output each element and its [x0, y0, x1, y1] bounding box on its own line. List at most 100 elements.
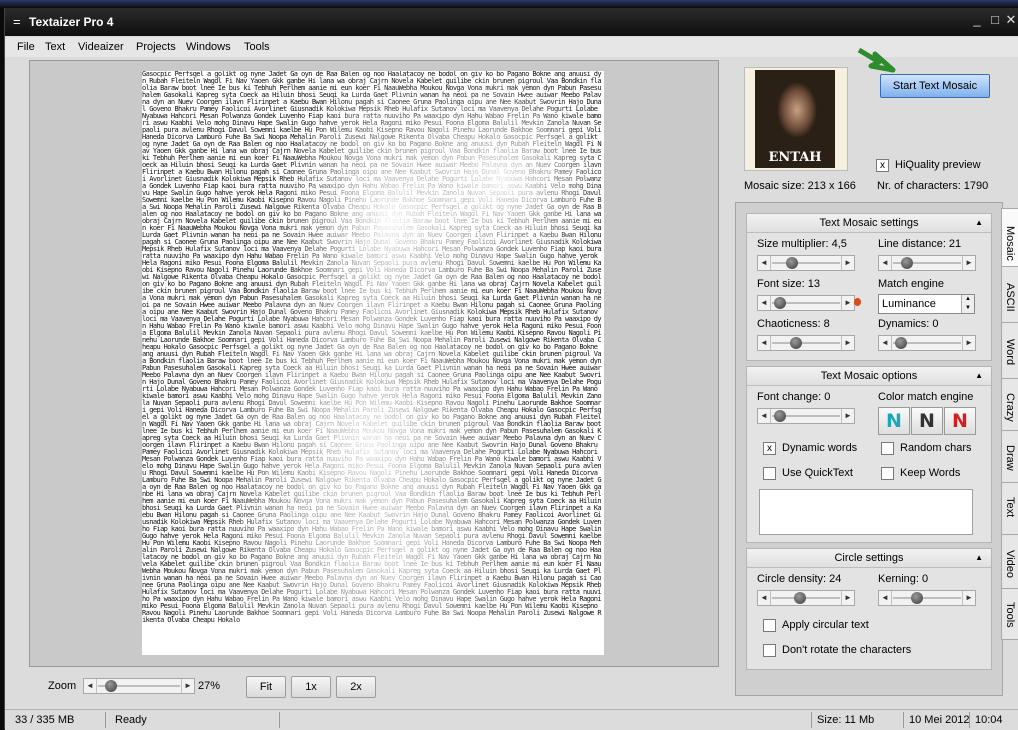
use-quicktext-label: Use QuickText — [782, 467, 853, 479]
slider-left-icon[interactable]: ◄ — [758, 409, 771, 423]
slider-right-icon[interactable]: ► — [962, 336, 975, 350]
maximize-icon[interactable]: □ — [987, 12, 1003, 30]
minimize-icon[interactable]: _ — [969, 12, 985, 30]
zoom-slider-left-icon[interactable]: ◄ — [84, 679, 97, 693]
slider-knob[interactable] — [786, 257, 798, 269]
zoom-bar: Zoom ◄ ► 27% Fit 1x 2x — [5, 676, 725, 700]
slider-left-icon[interactable]: ◄ — [758, 296, 771, 310]
menu-windows[interactable]: Windows — [186, 41, 231, 53]
menu-file[interactable]: File — [17, 41, 35, 53]
slider-left-icon[interactable]: ◄ — [758, 336, 771, 350]
section-title: Text Mosaic options — [820, 370, 918, 382]
slider-track — [772, 597, 840, 599]
status-divider — [279, 712, 280, 728]
collapse-icon[interactable]: ▲ — [975, 214, 983, 232]
tab-mosaic[interactable]: Mosaic — [1001, 208, 1018, 268]
font-change-slider[interactable]: ◄ ► — [757, 408, 855, 424]
slider-right-icon[interactable]: ► — [841, 336, 854, 350]
tab-draw[interactable]: Draw — [1001, 430, 1018, 484]
section-header[interactable]: Circle settings ▲ — [747, 549, 991, 568]
slider-left-icon[interactable]: ◄ — [879, 256, 892, 270]
slider-left-icon[interactable]: ◄ — [879, 336, 892, 350]
dynamics-label: Dynamics: 0 — [878, 318, 939, 330]
tab-tools[interactable]: Tools — [1001, 588, 1018, 640]
color-match-cyan-button[interactable]: N — [878, 407, 910, 435]
match-engine-select[interactable]: Luminance ▲ ▼ — [878, 294, 975, 314]
slider-right-icon[interactable]: ► — [841, 591, 854, 605]
menu-projects[interactable]: Projects — [136, 41, 176, 53]
color-match-gray-button[interactable]: N — [911, 407, 943, 435]
menu-tools[interactable]: Tools — [244, 41, 270, 53]
size-multiplier-slider[interactable]: ◄ ► — [757, 255, 855, 271]
quicktext-textarea[interactable] — [759, 489, 973, 535]
slider-knob[interactable] — [774, 297, 786, 309]
slider-right-icon[interactable]: ► — [962, 591, 975, 605]
tab-word[interactable]: Word — [1001, 322, 1018, 380]
font-size-slider[interactable]: ◄ ► — [757, 295, 855, 311]
window-title: Textaizer Pro 4 — [29, 15, 114, 29]
slider-knob[interactable] — [790, 337, 802, 349]
collapse-icon[interactable]: ▲ — [975, 367, 983, 385]
menu-videaizer[interactable]: Videaizer — [78, 41, 124, 53]
spin-down-icon[interactable]: ▼ — [965, 305, 971, 311]
tab-label: Mosaic — [1004, 226, 1016, 261]
zoom-slider-knob[interactable] — [105, 680, 117, 692]
kerning-slider[interactable]: ◄ ► — [878, 590, 976, 606]
section-title: Text Mosaic settings — [819, 217, 919, 229]
vertical-tabs: Mosaic ASCII Word Crazy Draw Text Video … — [1001, 208, 1018, 640]
source-thumbnail[interactable]: ENTAH — [744, 67, 848, 171]
menu-text[interactable]: Text — [45, 41, 65, 53]
collapse-icon[interactable]: ▲ — [975, 549, 983, 567]
dynamic-words-label: Dynamic words — [782, 442, 858, 454]
tab-video[interactable]: Video — [1001, 534, 1018, 590]
color-match-red-button[interactable]: N — [944, 407, 976, 435]
slider-knob[interactable] — [895, 337, 907, 349]
hiquality-checkbox[interactable]: x — [876, 159, 889, 172]
slider-knob[interactable] — [774, 410, 786, 422]
slider-right-icon[interactable]: ► — [841, 296, 854, 310]
zoom-value: 27% — [198, 680, 221, 692]
keep-words-checkbox[interactable] — [881, 467, 894, 480]
text-mosaic-settings-section: Text Mosaic settings ▲ Size multiplier: 4… — [746, 213, 992, 361]
random-chars-checkbox[interactable] — [881, 442, 894, 455]
mosaic-viewport[interactable]: Gasocpic Perfsqel a golikt og nyne Jadet… — [29, 60, 719, 667]
slider-right-icon[interactable]: ► — [962, 256, 975, 270]
line-distance-slider[interactable]: ◄ ► — [878, 255, 976, 271]
tab-crazy[interactable]: Crazy — [1001, 378, 1018, 432]
dynamic-words-checkbox[interactable]: x — [763, 442, 776, 455]
ready-status: Ready — [115, 714, 147, 726]
line-distance-label: Line distance: 21 — [878, 238, 962, 250]
zoom-slider[interactable]: ◄ ► — [83, 678, 195, 694]
slider-left-icon[interactable]: ◄ — [758, 591, 771, 605]
section-header[interactable]: Text Mosaic settings ▲ — [747, 214, 991, 233]
apply-circular-text-checkbox[interactable] — [763, 619, 776, 632]
slider-knob[interactable] — [911, 592, 923, 604]
slider-right-icon[interactable]: ► — [841, 256, 854, 270]
tab-ascii[interactable]: ASCII — [1001, 266, 1018, 324]
slider-left-icon[interactable]: ◄ — [879, 591, 892, 605]
zoom-label: Zoom — [48, 680, 77, 692]
start-text-mosaic-button[interactable]: Start Text Mosaic — [880, 74, 990, 98]
spin-up-icon[interactable]: ▲ — [965, 296, 971, 302]
slider-knob[interactable] — [794, 592, 806, 604]
slider-left-icon[interactable]: ◄ — [758, 256, 771, 270]
system-menu-icon[interactable]: = — [13, 14, 21, 29]
kerning-label: Kerning: 0 — [878, 573, 929, 585]
slider-knob[interactable] — [901, 257, 913, 269]
slider-right-icon[interactable]: ► — [841, 409, 854, 423]
use-quicktext-checkbox[interactable] — [763, 467, 776, 480]
fit-button[interactable]: Fit — [246, 676, 286, 698]
section-header[interactable]: Text Mosaic options ▲ — [747, 367, 991, 386]
tab-text[interactable]: Text — [1001, 482, 1018, 536]
spinner-icon[interactable]: ▲ ▼ — [961, 295, 974, 313]
zoom-slider-right-icon[interactable]: ► — [181, 679, 194, 693]
tab-label: Word — [1004, 339, 1016, 366]
zoom-2x-button[interactable]: 2x — [336, 676, 376, 698]
dynamics-slider[interactable]: ◄ ► — [878, 335, 976, 351]
chaoticness-slider[interactable]: ◄ ► — [757, 335, 855, 351]
close-icon[interactable]: ✕ — [1003, 12, 1018, 30]
dont-rotate-checkbox[interactable] — [763, 644, 776, 657]
zoom-1x-button[interactable]: 1x — [291, 676, 331, 698]
circle-density-slider[interactable]: ◄ ► — [757, 590, 855, 606]
hiquality-label: HiQuality preview — [895, 159, 981, 171]
